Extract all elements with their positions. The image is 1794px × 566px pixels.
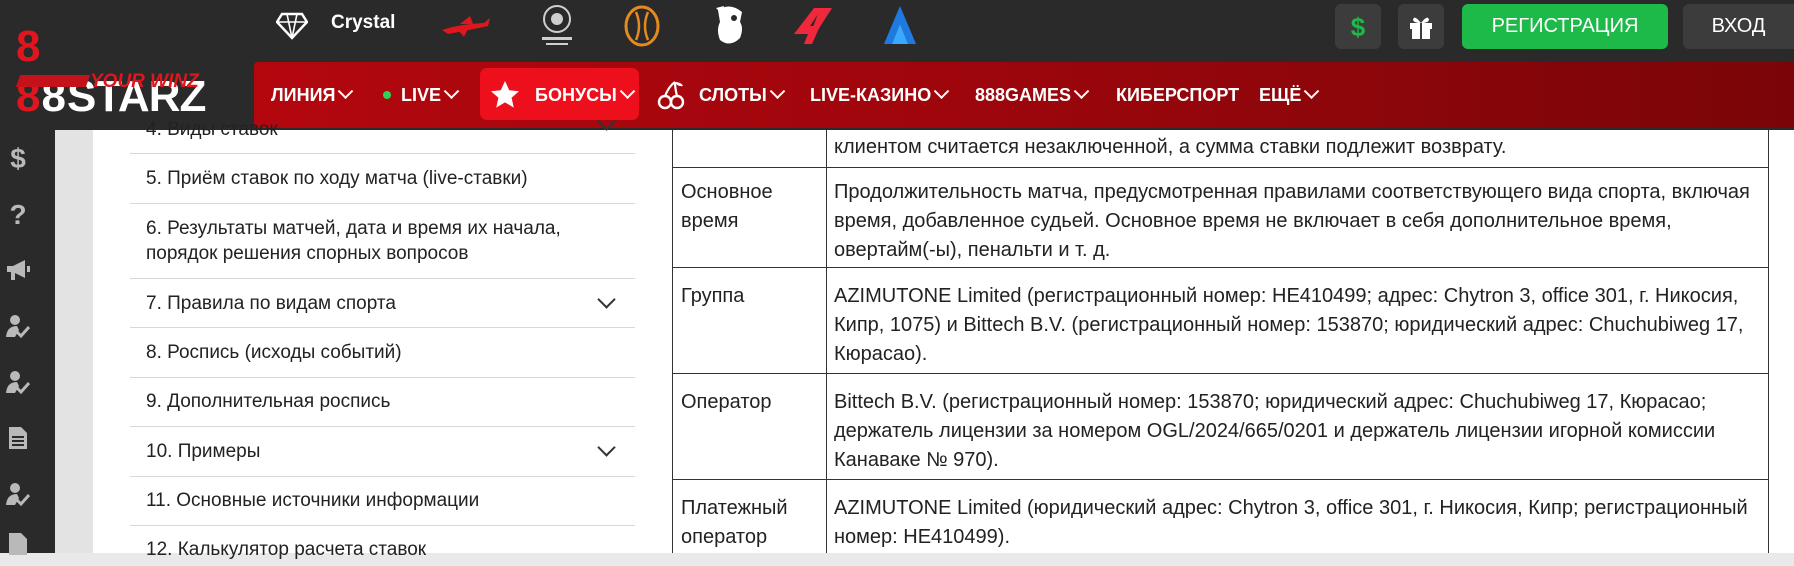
- toc-item[interactable]: 8. Роспись (исходы событий): [130, 328, 635, 378]
- glossary-table: клиентом считается незаключенной, а сумм…: [672, 130, 1769, 553]
- toc-item-label: 8. Роспись (исходы событий): [146, 342, 402, 363]
- europa-league-icon: [624, 5, 660, 47]
- premier-league-icon: [716, 6, 742, 44]
- toc-item-label: 4. Виды ставок: [146, 119, 278, 140]
- definition-cell: клиентом считается незаключенной, а сумм…: [834, 136, 1507, 158]
- table-row: Основное время Продолжительность матча, …: [672, 168, 1769, 268]
- table-row: Группа AZIMUTONE Limited (регистрационны…: [672, 268, 1769, 374]
- chevron-down-icon: [338, 82, 354, 99]
- nav-item-label: LIVE-КАЗИНО: [810, 84, 932, 105]
- toc-item[interactable]: 6. Результаты матчей, дата и время их на…: [130, 204, 635, 279]
- svg-text:$: $: [1351, 13, 1366, 41]
- register-button[interactable]: РЕГИСТРАЦИЯ: [1462, 4, 1668, 49]
- definition-cell: AZIMUTONE Limited (юридический адрес: Ch…: [834, 497, 1748, 548]
- definition-cell: AZIMUTONE Limited (регистрационный номер…: [834, 285, 1744, 365]
- chevron-down-icon: [769, 82, 786, 99]
- chevron-down-icon: [1073, 82, 1090, 99]
- quick-link-europa-league[interactable]: [622, 0, 662, 52]
- chevron-down-icon: [619, 82, 636, 99]
- deposit-button[interactable]: $: [1335, 4, 1381, 49]
- star-icon: [491, 81, 519, 108]
- term-cell: Оператор: [681, 391, 772, 413]
- nav-item-label: ЕЩЁ: [1259, 84, 1302, 105]
- toc-item[interactable]: 12. Калькулятор расчета ставок: [130, 526, 635, 566]
- quick-link-champions-league[interactable]: [532, 0, 582, 52]
- dollar-icon: $: [1351, 13, 1366, 41]
- logo-stripe: [15, 75, 91, 87]
- gift-icon: [1410, 17, 1432, 39]
- table-row: клиентом считается незаключенной, а сумм…: [672, 130, 1769, 168]
- cherry-icon: [657, 81, 685, 110]
- user-check-icon[interactable]: [0, 476, 36, 512]
- term-cell: Основное время: [681, 181, 773, 232]
- nav-item-esports[interactable]: КИБЕРСПОРТ: [1116, 62, 1239, 128]
- toc-item[interactable]: 5. Приём ставок по ходу матча (live-став…: [130, 154, 635, 204]
- chevron-down-icon: [933, 82, 950, 99]
- user-check-icon[interactable]: [0, 364, 36, 400]
- quick-link-serie-a[interactable]: [882, 0, 918, 52]
- chevron-down-icon: [1304, 82, 1320, 99]
- brand-logo[interactable]: 8​88STARZ YOUR WINZ: [15, 22, 221, 121]
- quick-link-crystal-label[interactable]: Crystal: [331, 12, 395, 34]
- toc-item-label: 7. Правила по видам спорта: [146, 293, 396, 314]
- file-icon[interactable]: [0, 526, 36, 562]
- champions-league-icon: [542, 5, 572, 45]
- chevron-down-icon: [443, 82, 460, 99]
- toc-item[interactable]: 9. Дополнительная роспись: [130, 378, 635, 427]
- side-rail: $ ?: [0, 130, 55, 555]
- login-button[interactable]: ВХОД: [1683, 4, 1794, 49]
- term-cell: Группа: [681, 285, 745, 307]
- chevron-down-icon[interactable]: [597, 438, 616, 457]
- toc-item[interactable]: 4. Виды ставок: [130, 112, 635, 154]
- nav-item-label: СЛОТЫ: [699, 84, 767, 105]
- nav-item-label: ЛИНИЯ: [271, 84, 336, 105]
- gift-button[interactable]: [1398, 4, 1444, 49]
- nav-item-888games[interactable]: 888GAMES: [975, 62, 1090, 128]
- diamond-icon: [276, 12, 308, 40]
- definition-cell: Bittech B.V. (регистрационный номер: 153…: [834, 391, 1716, 471]
- toc-item[interactable]: 10. Примеры: [130, 427, 635, 477]
- toc-item-label: 12. Калькулятор расчета ставок: [146, 539, 427, 560]
- table-row: Оператор Bittech B.V. (регистрационный н…: [672, 374, 1769, 480]
- quick-link-aviator[interactable]: [440, 0, 492, 52]
- laliga-icon: [794, 8, 832, 44]
- nav-item-label: LIVE: [401, 84, 442, 105]
- term-cell: Платежный оператор: [681, 497, 788, 548]
- user-check-icon[interactable]: [0, 308, 36, 344]
- quick-link-premier-league[interactable]: [710, 0, 750, 52]
- document-icon[interactable]: [0, 420, 36, 456]
- toc-item[interactable]: 7. Правила по видам спорта: [130, 279, 635, 328]
- svg-text:?: ?: [9, 199, 26, 229]
- logo-slogan: YOUR WINZ: [90, 71, 199, 92]
- chevron-down-icon[interactable]: [597, 290, 616, 309]
- toc-item-label: 10. Примеры: [146, 441, 261, 462]
- toc-item-label: 5. Приём ставок по ходу матча (live-став…: [146, 168, 528, 189]
- quick-link-laliga[interactable]: [790, 0, 836, 52]
- nav-item-live-casino[interactable]: LIVE-КАЗИНО: [810, 62, 950, 128]
- table-row: Платежный оператор AZIMUTONE Limited (юр…: [672, 480, 1769, 553]
- nav-item-label: 888GAMES: [975, 84, 1072, 105]
- svg-text:$: $: [10, 143, 26, 173]
- question-icon[interactable]: ?: [0, 196, 36, 232]
- toc-item-label: 9. Дополнительная роспись: [146, 391, 391, 412]
- megaphone-icon[interactable]: [0, 252, 36, 288]
- nav-item-label: БОНУСЫ: [535, 84, 617, 105]
- serie-a-icon: [884, 6, 916, 44]
- nav-item-more[interactable]: ЕЩЁ: [1259, 62, 1320, 128]
- nav-item-label: КИБЕРСПОРТ: [1116, 84, 1240, 105]
- quick-link-crystal[interactable]: [276, 0, 308, 52]
- definition-cell: Продолжительность матча, предусмотренная…: [834, 181, 1750, 261]
- rail-gutter: [55, 130, 93, 553]
- toc-item-label: 6. Результаты матчей, дата и время их на…: [146, 218, 561, 264]
- live-dot-icon: [383, 91, 391, 99]
- dollar-icon[interactable]: $: [0, 140, 36, 176]
- nav-item-slots[interactable]: СЛОТЫ: [657, 62, 786, 128]
- airplane-icon: [442, 16, 490, 37]
- chevron-down-icon[interactable]: [597, 112, 616, 131]
- toc-item-label: 11. Основные источники информации: [146, 490, 480, 511]
- toc-item[interactable]: 11. Основные источники информации: [130, 477, 635, 526]
